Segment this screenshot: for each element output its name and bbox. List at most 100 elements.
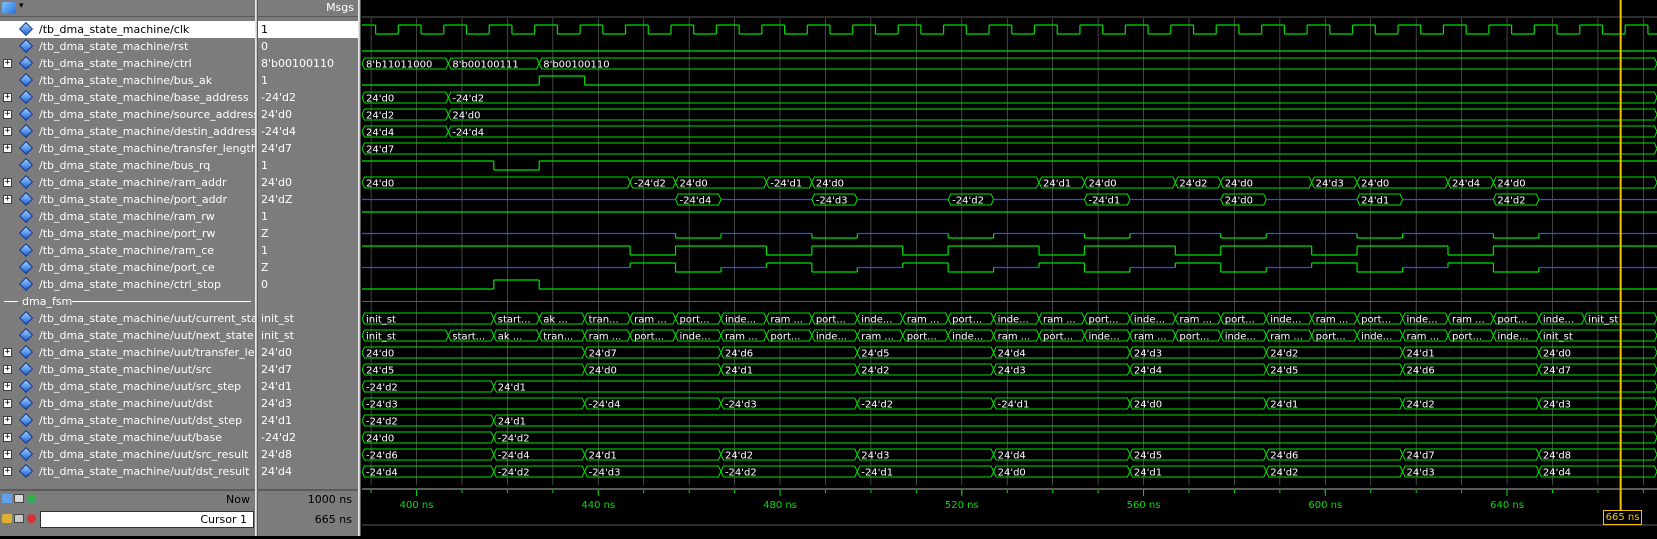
wave-toolbar-icon[interactable]: [2, 2, 16, 14]
cursor-add-icon[interactable]: [14, 514, 24, 523]
bus-value-label: port...: [1225, 315, 1255, 326]
signal-value-row[interactable]: 24'd8: [258, 446, 358, 463]
signal-value-row[interactable]: 1: [258, 242, 358, 259]
waveform-canvas[interactable]: 8'b11011000 8'b00100111 8'b00100110 24'd0 -2…: [361, 0, 1657, 536]
signal-value-row[interactable]: 24'd1: [258, 378, 358, 395]
signal-row[interactable]: /tb_dma_state_machine/uut/current_state: [0, 310, 258, 327]
signal-name: /tb_dma_state_machine/uut/src_result: [39, 448, 249, 461]
signal-value-row[interactable]: 24'd7: [258, 361, 358, 378]
signal-row[interactable]: + /tb_dma_state_machine/uut/src_result: [0, 446, 255, 463]
signal-row[interactable]: + /tb_dma_state_machine/ram_addr: [0, 174, 255, 191]
signal-value: 0: [261, 40, 268, 53]
zoom-icon[interactable]: [14, 494, 24, 503]
signal-value-row[interactable]: init_st: [258, 310, 358, 327]
expand-plus-icon[interactable]: +: [3, 365, 12, 374]
cursor-time-flag[interactable]: 665 ns: [1602, 510, 1643, 525]
expand-plus-icon[interactable]: +: [3, 110, 12, 119]
expand-plus-icon[interactable]: +: [3, 467, 12, 476]
expand-plus-icon[interactable]: +: [3, 127, 12, 136]
expand-plus-icon[interactable]: +: [3, 399, 12, 408]
signal-value-row[interactable]: -24'd2: [258, 89, 358, 106]
diamond-signal-icon: [18, 395, 34, 411]
diamond-signal-icon: [18, 463, 34, 479]
chevron-down-icon[interactable]: ▾: [19, 1, 24, 11]
signal-row[interactable]: /tb_dma_state_machine/ctrl_stop: [0, 276, 255, 293]
signal-row[interactable]: + /tb_dma_state_machine/base_address: [0, 89, 255, 106]
bus-value-label: ak ...: [498, 332, 523, 343]
expand-plus-icon[interactable]: +: [3, 59, 12, 68]
expand-plus-icon[interactable]: +: [3, 382, 12, 391]
signal-row[interactable]: /tb_dma_state_machine/ram_ce: [0, 242, 255, 259]
signal-row[interactable]: + /tb_dma_state_machine/port_addr: [0, 191, 255, 208]
group-divider[interactable]: dma_fsm: [0, 293, 255, 310]
expand-plus-icon[interactable]: +: [3, 144, 12, 153]
signal-value-row[interactable]: 24'd0: [258, 344, 358, 361]
wave-add-icon[interactable]: [2, 494, 12, 503]
bus-value-label: ram ...: [1179, 315, 1212, 326]
bus-value-label: 24'd3: [998, 366, 1026, 377]
signal-value-row[interactable]: 24'd0: [258, 106, 358, 123]
bus-value-label: init_st: [366, 315, 396, 326]
value-wave-splitter[interactable]: [358, 0, 361, 536]
expand-plus-icon[interactable]: +: [3, 195, 12, 204]
signal-value-row[interactable]: 1: [258, 157, 358, 174]
expand-plus-icon[interactable]: +: [3, 348, 12, 357]
bus-value-label: -24'd1: [861, 468, 893, 479]
signal-row[interactable]: /tb_dma_state_machine/bus_ak: [0, 72, 255, 89]
lock-icon[interactable]: [2, 514, 12, 523]
signal-row[interactable]: + /tb_dma_state_machine/uut/dst_result: [0, 463, 255, 480]
signal-value-row[interactable]: 0: [258, 38, 358, 55]
signal-value: 8'b00100110: [261, 57, 334, 70]
signal-value-row[interactable]: 24'd3: [258, 395, 358, 412]
signal-row[interactable]: + /tb_dma_state_machine/uut/dst: [0, 395, 255, 412]
expand-plus-icon[interactable]: +: [3, 450, 12, 459]
bus-value-label: inde...: [1134, 315, 1165, 326]
diamond-signal-icon: [18, 344, 34, 360]
expand-plus-icon[interactable]: +: [3, 178, 12, 187]
expand-plus-icon[interactable]: +: [3, 93, 12, 102]
signal-value-row[interactable]: 24'dZ: [258, 191, 358, 208]
cursor-name-box[interactable]: Cursor 1: [40, 511, 254, 528]
waveform-pane[interactable]: 8'b11011000 8'b00100111 8'b00100110 24'd0 -2…: [361, 0, 1657, 536]
signal-row[interactable]: /tb_dma_state_machine/rst: [0, 38, 255, 55]
bus-value-label: 24'd6: [1270, 451, 1298, 462]
signal-value-row[interactable]: 1: [258, 21, 358, 38]
add-icon[interactable]: [27, 494, 36, 503]
signal-value-row[interactable]: init_st: [258, 327, 358, 344]
signal-value-row[interactable]: -24'd2: [258, 429, 358, 446]
signal-row[interactable]: + /tb_dma_state_machine/destin_address: [0, 123, 256, 140]
bus-value-label: ram ...: [861, 332, 894, 343]
signal-value-row[interactable]: 1: [258, 208, 358, 225]
signal-row[interactable]: /tb_dma_state_machine/ram_rw: [0, 208, 255, 225]
signal-value-row[interactable]: 24'd4: [258, 463, 358, 480]
signal-row[interactable]: + /tb_dma_state_machine/transfer_length: [0, 140, 258, 157]
signal-row[interactable]: + /tb_dma_state_machine/uut/src: [0, 361, 255, 378]
delete-icon[interactable]: [27, 514, 36, 523]
signal-value-row[interactable]: 24'd1: [258, 412, 358, 429]
signal-value-row[interactable]: -24'd4: [258, 123, 358, 140]
diamond-signal-icon: [18, 225, 34, 241]
signal-row[interactable]: /tb_dma_state_machine/clk: [0, 21, 255, 38]
bus-value-label: 8'b00100110: [543, 60, 609, 71]
signal-value-row[interactable]: Z: [258, 259, 358, 276]
timeline-tick-label: 520 ns: [945, 500, 979, 511]
signal-value-row[interactable]: 24'd7: [258, 140, 358, 157]
expand-plus-icon[interactable]: +: [3, 416, 12, 425]
expand-plus-icon[interactable]: +: [3, 433, 12, 442]
signal-row[interactable]: + /tb_dma_state_machine/uut/src_step: [0, 378, 255, 395]
signal-row[interactable]: + /tb_dma_state_machine/ctrl: [0, 55, 255, 72]
signal-row[interactable]: /tb_dma_state_machine/bus_rq: [0, 157, 255, 174]
signal-row[interactable]: + /tb_dma_state_machine/uut/dst_step: [0, 412, 255, 429]
signal-value-row[interactable]: 0: [258, 276, 358, 293]
signal-row[interactable]: + /tb_dma_state_machine/uut/base: [0, 429, 255, 446]
signal-value-row[interactable]: 8'b00100110: [258, 55, 358, 72]
signal-row[interactable]: + /tb_dma_state_machine/uut/transfer_len: [0, 344, 258, 361]
signal-value-row[interactable]: 24'd0: [258, 174, 358, 191]
signal-value-row[interactable]: 1: [258, 72, 358, 89]
signal-name: /tb_dma_state_machine/bus_rq: [39, 159, 211, 172]
signal-row[interactable]: /tb_dma_state_machine/uut/next_state: [0, 327, 255, 344]
signal-row[interactable]: /tb_dma_state_machine/port_rw: [0, 225, 255, 242]
signal-row[interactable]: + /tb_dma_state_machine/source_address: [0, 106, 258, 123]
signal-value-row[interactable]: Z: [258, 225, 358, 242]
signal-row[interactable]: /tb_dma_state_machine/port_ce: [0, 259, 255, 276]
